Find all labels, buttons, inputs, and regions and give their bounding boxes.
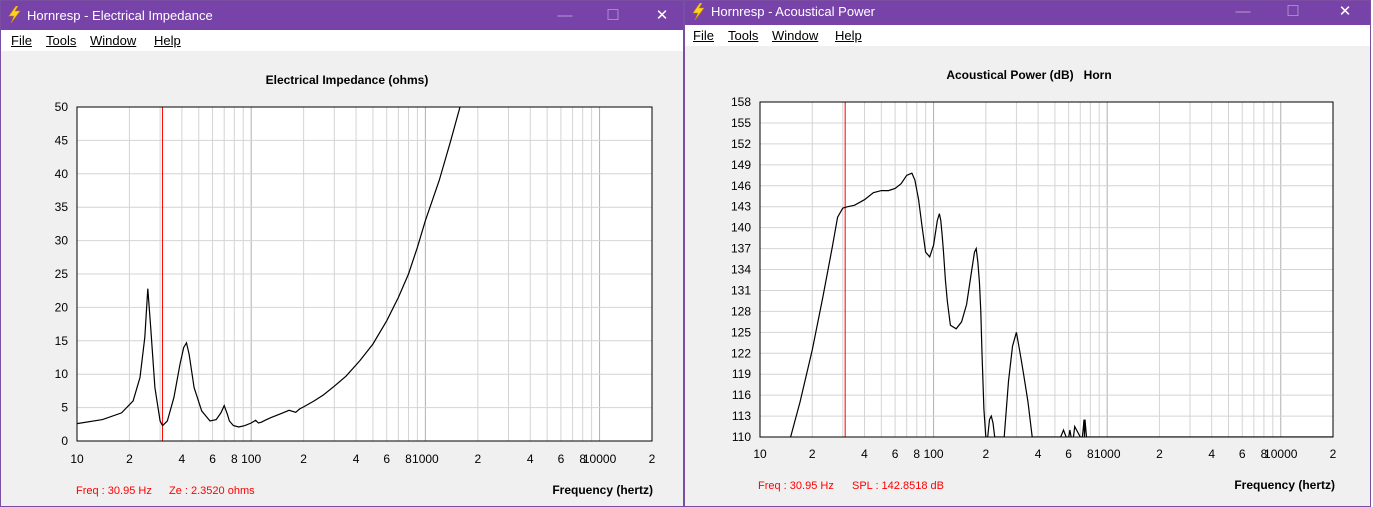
impedance-chart: Electrical Impedance (ohms) 504540353025… — [55, 73, 656, 497]
x-axis-label: Frequency (hertz) — [552, 483, 653, 497]
menu-tools[interactable]: Tools — [728, 28, 758, 43]
chart-title: Electrical Impedance (ohms) — [266, 73, 429, 87]
menu-help[interactable]: Help — [154, 33, 181, 48]
window-title: Hornresp - Electrical Impedance — [27, 8, 213, 23]
y-tick-label: 125 — [731, 325, 751, 339]
x-tick-label: 2 — [474, 452, 481, 466]
x-tick-label: 4 — [179, 452, 186, 466]
x-tick-label: 6 — [558, 452, 565, 466]
y-tick-label: 0 — [61, 434, 68, 448]
x-tick-label: 4 — [861, 447, 868, 461]
y-tick-label: 128 — [731, 304, 751, 318]
y-tick-label: 15 — [55, 334, 69, 348]
y-tick-label: 113 — [732, 409, 751, 423]
impedance-window: Hornresp - Electrical Impedance — ☐ ✕ Fi… — [0, 0, 684, 507]
menu-help[interactable]: Help — [835, 28, 862, 43]
close-button[interactable]: ✕ — [1322, 1, 1368, 25]
x-tick-label: 1000 — [412, 452, 439, 466]
title-bar[interactable]: Hornresp - Electrical Impedance — ☐ ✕ — [1, 1, 683, 30]
chart-title: Acoustical Power (dB) Horn — [946, 68, 1111, 82]
x-tick-label: 6 — [1065, 447, 1072, 461]
menu-window[interactable]: Window — [772, 28, 818, 43]
x-tick-label: 4 — [527, 452, 534, 466]
maximize-button[interactable]: ☐ — [590, 1, 636, 30]
y-tick-label: 110 — [732, 430, 751, 444]
y-tick-label: 134 — [731, 263, 751, 277]
value-readout: SPL : 142.8518 dB — [852, 480, 944, 492]
y-tick-label: 146 — [731, 179, 751, 193]
x-tick-label: 8 — [913, 447, 920, 461]
menu-bar: File Tools Window Help — [685, 25, 1370, 46]
x-tick-label: 10000 — [1264, 447, 1298, 461]
acoustical-power-window: Hornresp - Acoustical Power — ☐ ✕ File T… — [684, 0, 1371, 507]
y-tick-label: 50 — [55, 100, 69, 114]
y-tick-label: 20 — [55, 300, 69, 314]
y-tick-label: 158 — [731, 95, 751, 109]
y-tick-label: 116 — [732, 388, 751, 402]
y-tick-label: 10 — [55, 367, 69, 381]
close-button[interactable]: ✕ — [639, 1, 683, 30]
minimize-button[interactable]: — — [1220, 1, 1266, 25]
x-axis-label: Frequency (hertz) — [1234, 478, 1335, 492]
x-tick-label: 2 — [1156, 447, 1163, 461]
x-tick-label: 4 — [353, 452, 360, 466]
y-tick-label: 45 — [55, 133, 69, 147]
y-tick-label: 25 — [55, 267, 69, 281]
y-tick-label: 143 — [731, 200, 751, 214]
y-tick-label: 137 — [731, 242, 751, 256]
lightning-bolt-icon — [692, 3, 705, 20]
x-tick-label: 8 — [231, 452, 238, 466]
x-tick-label: 6 — [209, 452, 216, 466]
freq-readout: Freq : 30.95 Hz — [76, 485, 152, 497]
x-tick-label: 2 — [300, 452, 307, 466]
y-tick-label: 122 — [731, 346, 751, 360]
maximize-button[interactable]: ☐ — [1270, 1, 1316, 25]
x-tick-label: 2 — [126, 452, 133, 466]
y-tick-label: 5 — [61, 401, 68, 415]
x-tick-label: 2 — [982, 447, 989, 461]
y-tick-label: 30 — [55, 234, 69, 248]
x-tick-label: 2 — [809, 447, 816, 461]
y-axis-tick-labels: 50454035302520151050 — [55, 100, 69, 448]
menu-bar: File Tools Window Help — [1, 30, 683, 51]
x-tick-label: 10000 — [583, 452, 617, 466]
x-tick-label: 10 — [70, 452, 84, 466]
menu-window[interactable]: Window — [90, 33, 136, 48]
y-tick-label: 152 — [731, 137, 751, 151]
menu-tools[interactable]: Tools — [46, 33, 76, 48]
y-tick-label: 119 — [732, 367, 751, 381]
x-tick-label: 100 — [241, 452, 261, 466]
x-axis-tick-labels: 10 2 4 6 8 100 2 4 6 8 1000 2 4 6 810000 2 — [753, 447, 1336, 461]
x-tick-label: 6 — [383, 452, 390, 466]
menu-file[interactable]: File — [11, 33, 32, 48]
x-tick-label: 6 — [892, 447, 899, 461]
x-tick-label: 2 — [1330, 447, 1337, 461]
y-tick-label: 131 — [731, 283, 751, 297]
y-tick-label: 40 — [55, 167, 69, 181]
menu-file[interactable]: File — [693, 28, 714, 43]
minimize-button[interactable]: — — [542, 1, 588, 30]
x-tick-label: 2 — [649, 452, 656, 466]
y-tick-label: 140 — [731, 221, 751, 235]
y-tick-label: 149 — [731, 158, 751, 172]
value-readout: Ze : 2.3520 ohms — [169, 485, 255, 497]
window-title: Hornresp - Acoustical Power — [711, 4, 876, 19]
lightning-bolt-icon — [8, 6, 21, 23]
title-bar[interactable]: Hornresp - Acoustical Power — ☐ ✕ — [685, 1, 1370, 25]
x-tick-label: 4 — [1035, 447, 1042, 461]
x-tick-label: 6 — [1239, 447, 1246, 461]
y-tick-label: 155 — [731, 116, 751, 130]
acoustical-power-chart: Acoustical Power (dB) Horn 1581551521491… — [731, 68, 1337, 492]
x-tick-label: 100 — [924, 447, 944, 461]
y-tick-label: 35 — [55, 200, 69, 214]
x-tick-label: 1000 — [1094, 447, 1121, 461]
x-tick-label: 10 — [753, 447, 767, 461]
x-axis-tick-labels: 10 2 4 6 8 100 2 4 6 8 1000 2 4 6 810000 2 — [70, 452, 655, 466]
x-tick-label: 4 — [1208, 447, 1215, 461]
y-axis-tick-labels: 158 155 152 149 146 143 140 137 134 131 128 125 122 1… — [731, 95, 751, 444]
freq-readout: Freq : 30.95 Hz — [758, 480, 834, 492]
